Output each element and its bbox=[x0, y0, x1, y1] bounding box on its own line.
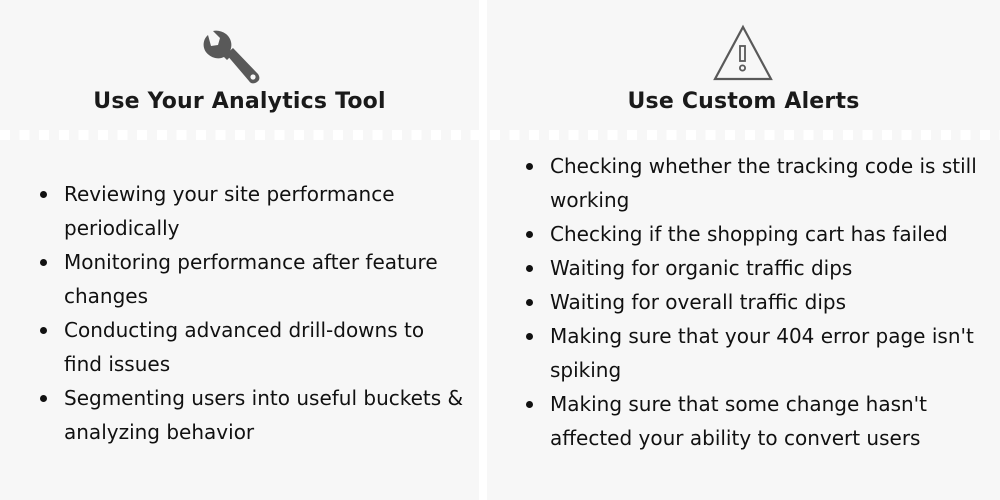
vertical-divider bbox=[479, 0, 487, 500]
bullet-icon bbox=[526, 231, 533, 238]
bullet-icon bbox=[526, 265, 533, 272]
bullet-icon bbox=[526, 401, 533, 408]
list-item: Monitoring performance after feature cha… bbox=[35, 245, 465, 313]
bullet-icon bbox=[40, 191, 47, 198]
bullet-icon bbox=[40, 259, 47, 266]
list-item: Making sure that some change hasn't affe… bbox=[521, 387, 996, 455]
bullet-icon bbox=[526, 163, 533, 170]
custom-alerts-panel: Use Custom Alerts Checking whether the t… bbox=[487, 0, 1000, 500]
list-item: Waiting for overall traffic dips bbox=[521, 285, 996, 319]
list-item: Checking if the shopping cart has failed bbox=[521, 217, 996, 251]
panel-heading: Use Custom Alerts bbox=[627, 89, 860, 114]
list-item: Conducting advanced drill-downs to find … bbox=[35, 313, 465, 381]
list-item: Checking whether the tracking code is st… bbox=[521, 149, 996, 217]
bullet-icon bbox=[526, 299, 533, 306]
bullet-icon bbox=[40, 395, 47, 402]
list-item: Segmenting users into useful buckets & a… bbox=[35, 381, 465, 449]
list-item: Waiting for organic traffic dips bbox=[521, 251, 996, 285]
warning-triangle-icon bbox=[713, 24, 773, 81]
analytics-list: Reviewing your site performance periodic… bbox=[35, 177, 465, 449]
panel-heading: Use Your Analytics Tool bbox=[93, 89, 386, 114]
bullet-icon bbox=[526, 333, 533, 340]
list-item: Reviewing your site performance periodic… bbox=[35, 177, 465, 245]
alerts-list: Checking whether the tracking code is st… bbox=[521, 149, 996, 455]
bullet-icon bbox=[40, 327, 47, 334]
list-item: Making sure that your 404 error page isn… bbox=[521, 319, 996, 387]
analytics-tool-panel: Use Your Analytics Tool Reviewing your s… bbox=[0, 0, 479, 500]
wrench-icon bbox=[203, 30, 260, 84]
